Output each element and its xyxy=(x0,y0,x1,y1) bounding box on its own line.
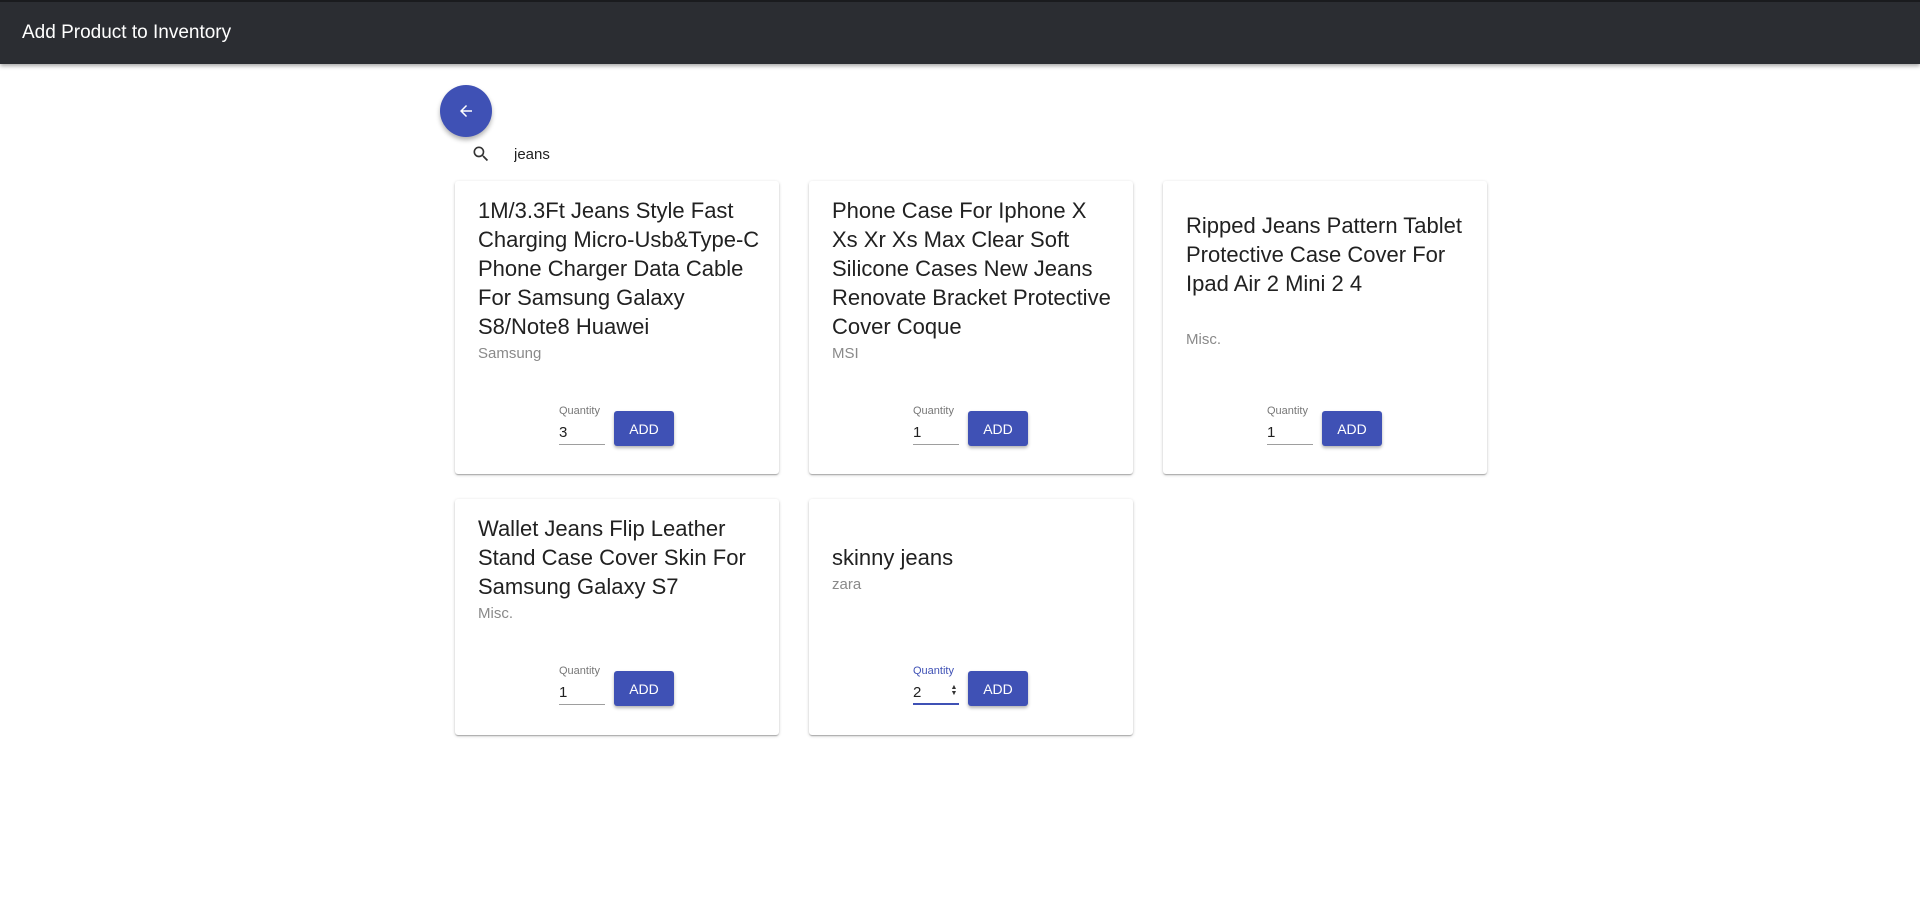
product-title: 1M/3.3Ft Jeans Style Fast Charging Micro… xyxy=(478,198,760,339)
search-input[interactable] xyxy=(514,145,814,163)
product-brand: Misc. xyxy=(478,605,513,622)
quantity-field: Quantity xyxy=(913,404,959,445)
product-brand: Samsung xyxy=(478,345,542,362)
app-toolbar: Add Product to Inventory xyxy=(0,0,1920,64)
product-card: Ripped Jeans Pattern Tablet Protective C… xyxy=(1163,181,1487,474)
product-brand: MSI xyxy=(832,345,859,362)
page-title: Add Product to Inventory xyxy=(22,22,232,43)
product-brand: zara xyxy=(832,576,862,593)
product-card: 1M/3.3Ft Jeans Style Fast Charging Micro… xyxy=(455,181,779,474)
quantity-label: Quantity xyxy=(559,405,600,417)
product-title: Ripped Jeans Pattern Tablet Protective C… xyxy=(1186,213,1462,296)
product-title: Phone Case For Iphone X Xs Xr Xs Max Cle… xyxy=(832,198,1111,339)
quantity-label: Quantity xyxy=(1267,405,1308,417)
add-button[interactable]: ADD xyxy=(614,411,674,446)
quantity-label: Quantity xyxy=(913,665,954,677)
quantity-input[interactable] xyxy=(913,420,959,445)
product-card: Phone Case For Iphone X Xs Xr Xs Max Cle… xyxy=(809,181,1133,474)
arrow-left-icon xyxy=(460,105,472,117)
product-title: skinny jeans xyxy=(832,545,954,570)
quantity-field: Quantity ▲▼ xyxy=(913,664,959,705)
quantity-field: Quantity xyxy=(1267,404,1313,445)
add-button[interactable]: ADD xyxy=(968,671,1028,706)
quantity-label: Quantity xyxy=(913,405,954,417)
search-bar xyxy=(470,140,870,168)
quantity-input[interactable] xyxy=(1267,420,1313,445)
spinner-arrows-icon[interactable]: ▲ ▼ xyxy=(950,684,958,697)
quantity-label: Quantity xyxy=(559,665,600,677)
quantity-input[interactable] xyxy=(559,680,605,705)
add-button[interactable]: ADD xyxy=(614,671,674,706)
product-card: skinny jeans zara Quantity ▲▼ ADD xyxy=(809,499,1133,735)
quantity-field: Quantity xyxy=(559,404,605,445)
quantity-input[interactable] xyxy=(559,420,605,445)
product-brand: Misc. xyxy=(1186,331,1221,348)
add-button[interactable]: ADD xyxy=(1322,411,1382,446)
add-button[interactable]: ADD xyxy=(968,411,1028,446)
quantity-field: Quantity xyxy=(559,664,605,705)
back-button[interactable] xyxy=(440,85,492,137)
product-card: Wallet Jeans Flip Leather Stand Case Cov… xyxy=(455,499,779,735)
product-title: Wallet Jeans Flip Leather Stand Case Cov… xyxy=(478,516,746,599)
search-icon xyxy=(470,143,492,165)
